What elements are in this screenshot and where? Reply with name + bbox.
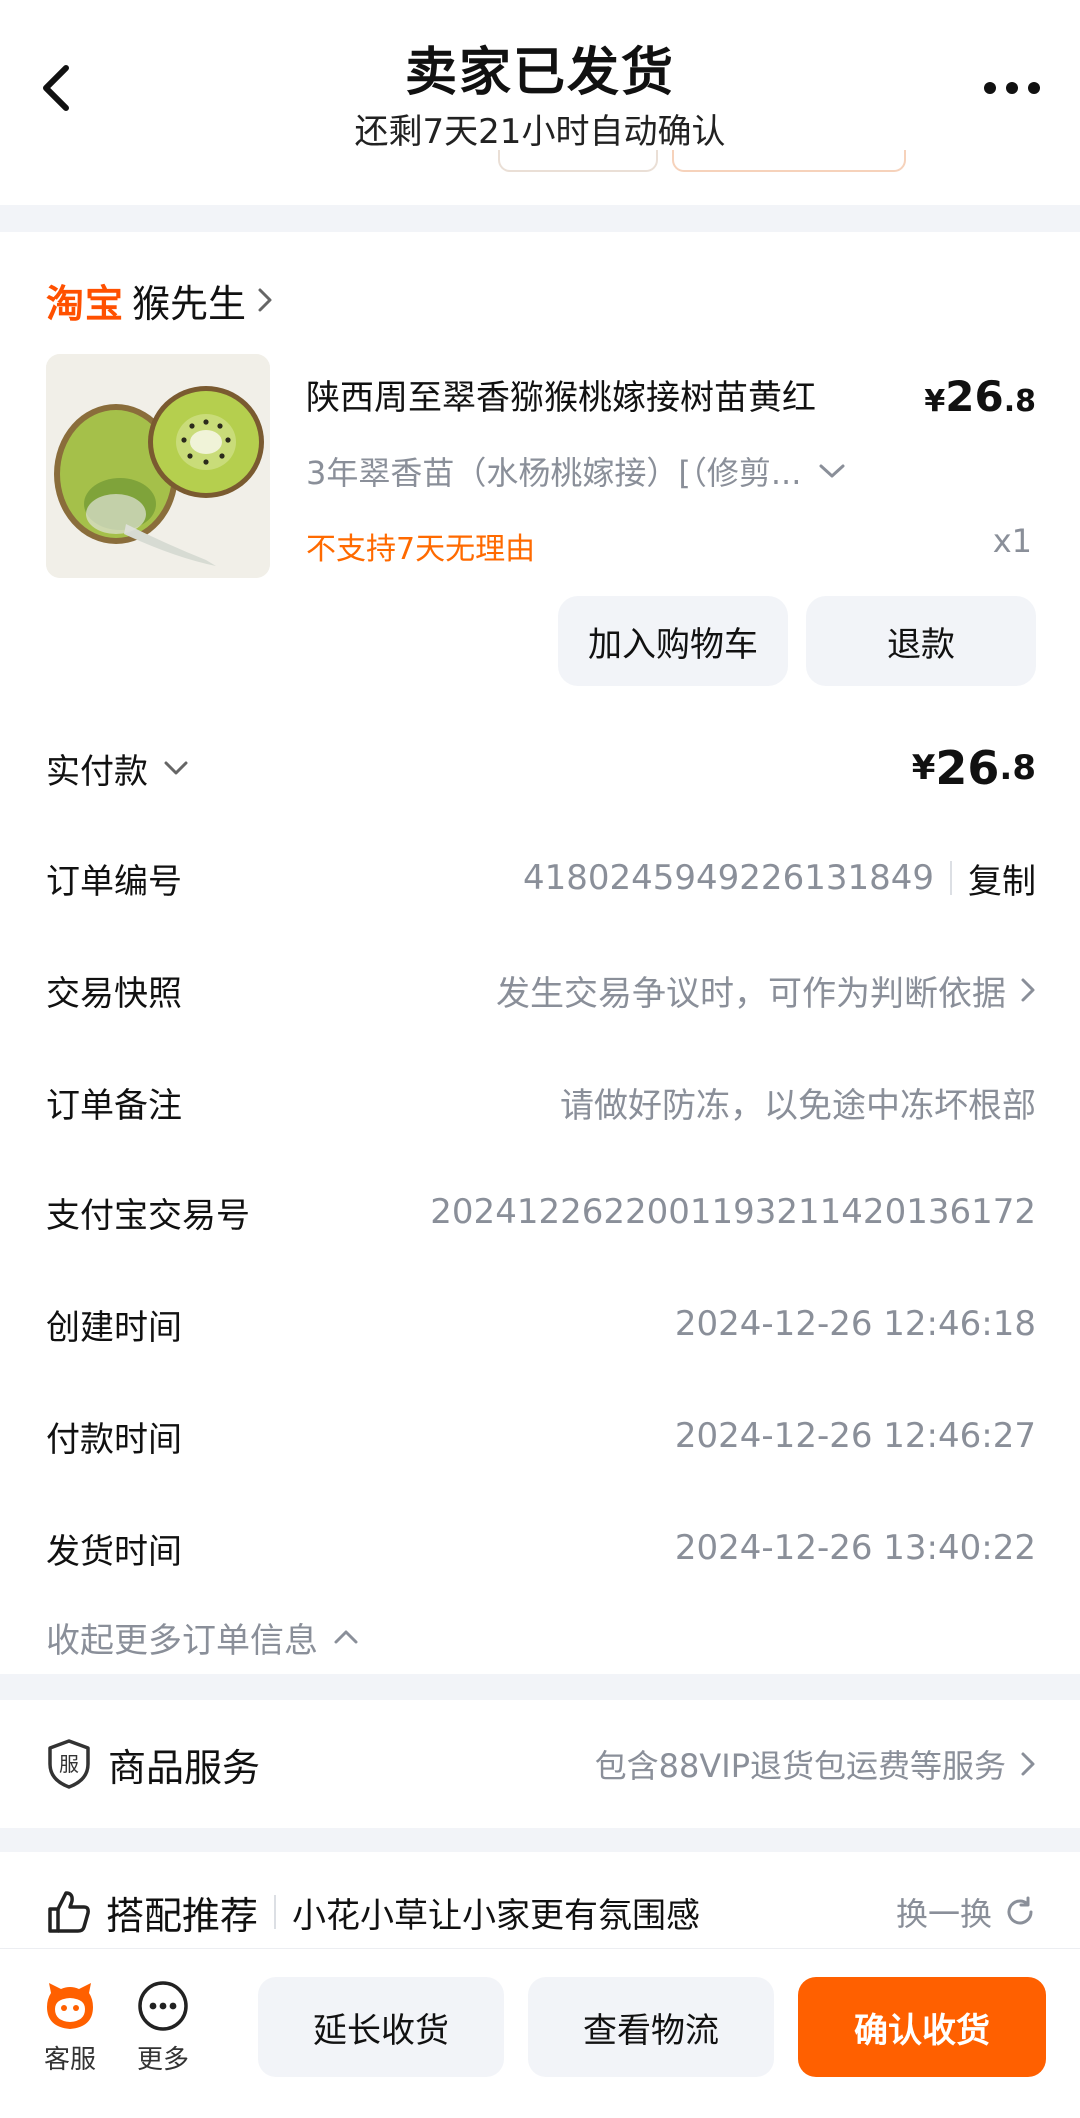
snapshot-hint: 发生交易争议时，可作为判断依据 <box>496 973 1006 1014</box>
partially-hidden-button[interactable] <box>498 150 658 172</box>
divider <box>274 1895 277 1929</box>
created-time-label: 创建时间 <box>46 1307 182 1348</box>
price-decimal: .8 <box>1003 384 1036 419</box>
shield-service-icon: 服 <box>48 1739 90 1789</box>
product-quantity: x1 <box>992 522 1032 560</box>
order-number-group: 4180245949226131849 复制 <box>523 854 1036 903</box>
paid-amount-label: 实付款 <box>46 744 190 793</box>
shop-name: 猴先生 <box>132 281 247 326</box>
more-circle-icon <box>138 1981 188 2031</box>
remark-value: 请做好防冻，以免途中冻坏根部 <box>560 1085 1036 1126</box>
service-title: 商品服务 <box>108 1745 261 1790</box>
paid-time-label: 付款时间 <box>46 1419 182 1460</box>
product-spec: 3年翠香苗（水杨桃嫁接）[（修剪... <box>306 454 802 492</box>
refund-button[interactable]: 退款 <box>806 596 1036 686</box>
auto-confirm-countdown: 还剩7天21小时自动确认 <box>354 112 726 152</box>
shipped-time-label: 发货时间 <box>46 1531 182 1572</box>
recommend-header: 搭配推荐 小花小草让小家更有氛围感 换一换 <box>46 1874 1036 1950</box>
extend-receipt-button[interactable]: 延长收货 <box>258 1977 504 2077</box>
header: 卖家已发货 还剩7天21小时自动确认 <box>0 0 1080 205</box>
shipped-time-row: 发货时间 2024-12-26 13:40:22 <box>46 1518 1036 1578</box>
collapse-label: 收起更多订单信息 <box>46 1620 318 1661</box>
confirm-receipt-button[interactable]: 确认收货 <box>798 1977 1046 2077</box>
paid-time-row: 付款时间 2024-12-26 12:46:27 <box>46 1406 1036 1466</box>
snapshot-row[interactable]: 交易快照 发生交易争议时，可作为判断依据 <box>46 960 1036 1020</box>
paid-currency: ¥ <box>911 748 936 788</box>
thumbs-up-icon <box>48 1891 90 1933</box>
alipay-row: 支付宝交易号 2024122622001193211420136172 <box>46 1182 1036 1242</box>
chevron-right-icon <box>1021 978 1035 1002</box>
refresh-icon <box>1007 1896 1033 1925</box>
snapshot-label: 交易快照 <box>46 973 182 1014</box>
price-integer: 26 <box>945 372 1004 421</box>
paid-integer: 26 <box>935 741 1000 795</box>
swap-button[interactable]: 换一换 <box>896 1889 1036 1935</box>
service-card[interactable]: 服 商品服务 包含88VIP退货包运费等服务 <box>0 1700 1080 1828</box>
product-spec-selector[interactable]: 3年翠香苗（水杨桃嫁接）[（修剪... <box>306 448 926 494</box>
page-title: 卖家已发货 <box>404 43 675 103</box>
recommend-subtitle: 小花小草让小家更有氛围感 <box>292 1895 701 1936</box>
customer-service-icon <box>47 1983 93 2029</box>
divider <box>950 861 952 895</box>
remark-label: 订单备注 <box>46 1085 182 1126</box>
shield-badge-text: 服 <box>59 1752 79 1776</box>
swap-label: 换一换 <box>895 1895 992 1933</box>
recommend-title: 搭配推荐 <box>106 1893 259 1938</box>
service-value: 包含88VIP退货包运费等服务 <box>594 1747 1006 1785</box>
snapshot-group: 发生交易争议时，可作为判断依据 <box>496 966 1036 1015</box>
service-left: 服 商品服务 <box>46 1728 260 1800</box>
customer-service-label: 客服 <box>43 2045 96 2075</box>
paid-amount-row[interactable]: 实付款 ¥26.8 <box>46 738 1036 798</box>
order-card: 淘宝 猴先生 陕西周至翠香猕猴桃嫁接树苗黄红 ¥26.8 3年翠香苗（水杨桃嫁接… <box>0 232 1080 1674</box>
view-logistics-button[interactable]: 查看物流 <box>528 1977 774 2077</box>
no-return-tag: 不支持7天无理由 <box>306 532 536 567</box>
product-price: ¥26.8 <box>924 372 1036 421</box>
chevron-down-icon <box>819 464 845 478</box>
kiwi-image <box>46 354 270 578</box>
partially-hidden-button[interactable] <box>672 150 906 172</box>
product-title[interactable]: 陕西周至翠香猕猴桃嫁接树苗黄红 <box>306 370 896 419</box>
price-currency: ¥ <box>924 384 946 419</box>
order-number-row: 订单编号 4180245949226131849 复制 <box>46 848 1036 908</box>
order-number-label: 订单编号 <box>46 861 182 902</box>
more-label: 更多 <box>136 2045 189 2075</box>
chevron-right-icon <box>1021 1752 1035 1776</box>
more-options-icon[interactable] <box>980 70 1044 106</box>
alipay-label: 支付宝交易号 <box>46 1195 250 1236</box>
remark-row: 订单备注 请做好防冻，以免途中冻坏根部 <box>46 1072 1036 1132</box>
alipay-value: 2024122622001193211420136172 <box>430 1192 1036 1232</box>
created-time-row: 创建时间 2024-12-26 12:46:18 <box>46 1294 1036 1354</box>
collapse-order-info-button[interactable]: 收起更多订单信息 <box>46 1612 360 1662</box>
service-detail-link[interactable]: 包含88VIP退货包运费等服务 <box>595 1728 1036 1800</box>
order-number: 4180245949226131849 <box>522 858 934 898</box>
chevron-down-icon <box>164 761 188 775</box>
customer-service-button[interactable]: 客服 <box>25 1979 115 2076</box>
chevron-right-icon <box>258 288 272 312</box>
paid-time-value: 2024-12-26 12:46:27 <box>674 1416 1036 1456</box>
paid-amount-label-text: 实付款 <box>46 751 148 792</box>
paid-amount-value: ¥26.8 <box>912 741 1036 795</box>
chevron-up-icon <box>334 1630 358 1644</box>
bottom-action-bar: 客服 更多 延长收货 查看物流 确认收货 <box>0 1948 1080 2118</box>
taobao-logo: 淘宝 <box>46 281 125 326</box>
paid-decimal: .8 <box>999 748 1036 788</box>
copy-order-number-button[interactable]: 复制 <box>968 854 1036 903</box>
shipped-time-value: 2024-12-26 13:40:22 <box>674 1528 1036 1568</box>
add-to-cart-button[interactable]: 加入购物车 <box>558 596 788 686</box>
more-button[interactable]: 更多 <box>118 1979 208 2076</box>
created-time-value: 2024-12-26 12:46:18 <box>674 1304 1036 1344</box>
product-thumbnail[interactable] <box>46 354 270 578</box>
shop-link[interactable]: 淘宝 猴先生 <box>46 272 274 328</box>
